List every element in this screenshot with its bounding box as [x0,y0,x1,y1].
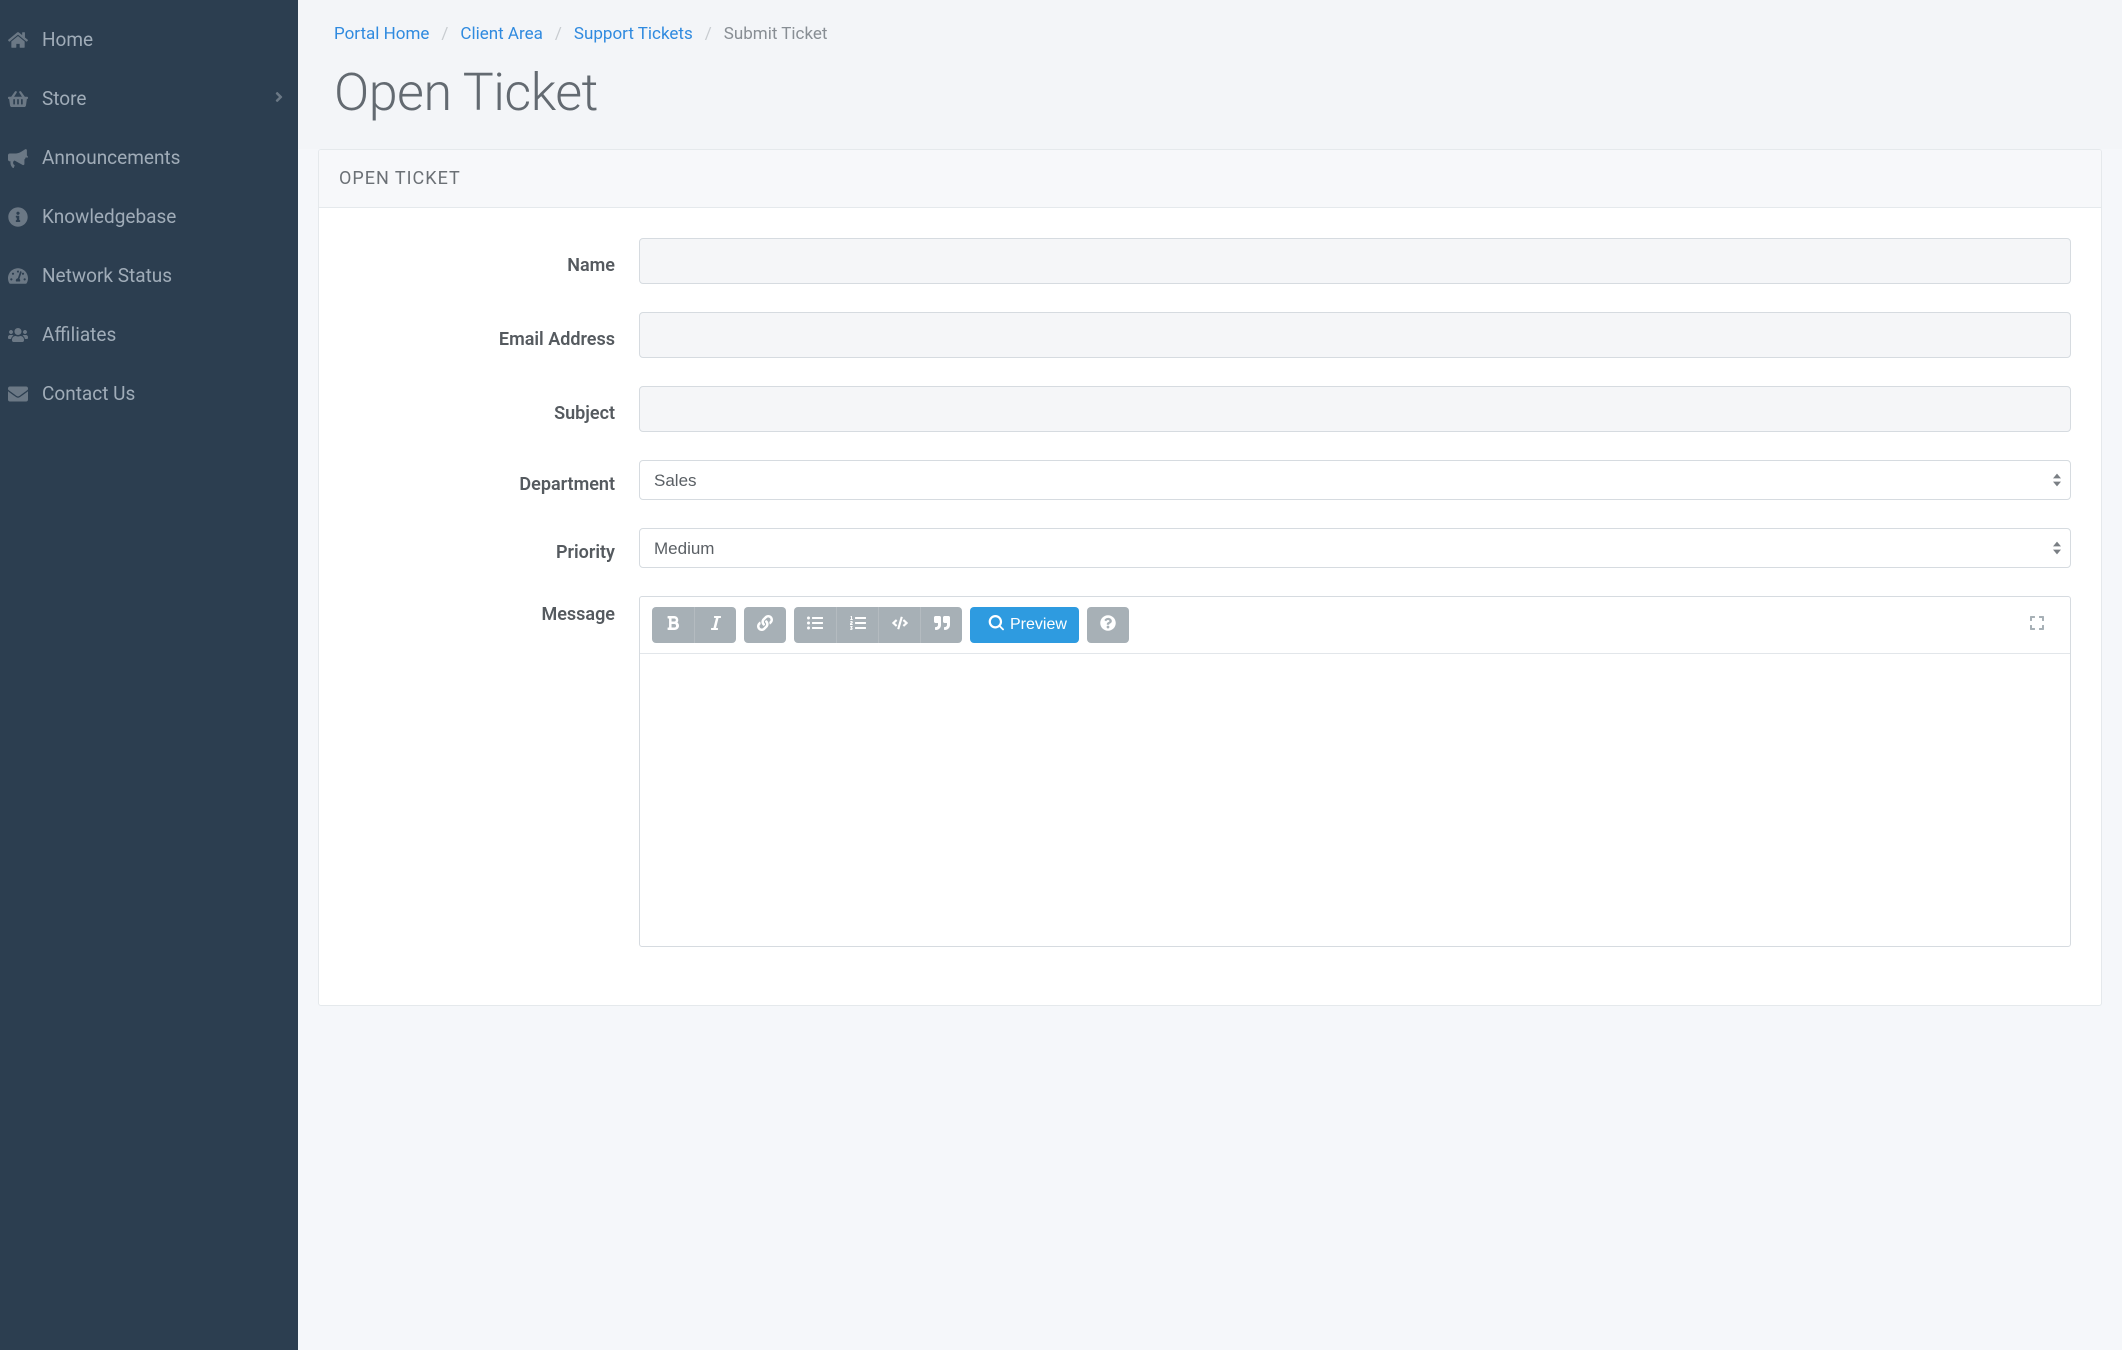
code-button[interactable] [878,607,920,643]
expand-icon [2029,615,2045,635]
search-icon [988,615,1004,636]
bold-icon [665,615,681,635]
name-input[interactable] [639,238,2071,284]
breadcrumb-separator: / [441,24,448,44]
list-ul-icon [807,615,823,635]
help-button[interactable] [1087,607,1129,643]
panel-body: Name Email Address Subject Department [319,208,2101,1005]
sidebar-item-label: Home [42,28,288,51]
sidebar-item-network-status[interactable]: Network Status [0,246,298,305]
breadcrumb-link-portal-home[interactable]: Portal Home [334,24,429,44]
priority-select[interactable]: Medium [639,528,2071,568]
sidebar-item-label: Network Status [42,264,288,287]
unordered-list-button[interactable] [794,607,836,643]
quote-button[interactable] [920,607,962,643]
sidebar-item-label: Announcements [42,146,288,169]
ordered-list-button[interactable] [836,607,878,643]
subject-label: Subject [349,395,639,424]
page-header: Portal Home / Client Area / Support Tick… [298,0,2122,149]
preview-button-label: Preview [1010,616,1067,634]
form-row-email: Email Address [349,312,2071,358]
link-button[interactable] [744,607,786,643]
chevron-right-icon [274,87,284,110]
form-row-department: Department Sales [349,460,2071,500]
toolbar-group-text [652,607,736,643]
dashboard-icon [8,266,42,286]
breadcrumb-separator: / [705,24,712,44]
department-select[interactable]: Sales [639,460,2071,500]
priority-label: Priority [349,534,639,563]
breadcrumb-link-client-area[interactable]: Client Area [460,24,542,44]
sidebar-item-label: Affiliates [42,323,288,346]
envelope-icon [8,384,42,404]
sidebar-item-knowledgebase[interactable]: Knowledgebase [0,187,298,246]
subject-input[interactable] [639,386,2071,432]
sidebar-item-affiliates[interactable]: Affiliates [0,305,298,364]
main-content: Portal Home / Client Area / Support Tick… [298,0,2122,1350]
sidebar: Home Store Announcements Knowledgebase N… [0,0,298,1350]
home-icon [8,30,42,50]
bold-button[interactable] [652,607,694,643]
message-label: Message [349,596,639,625]
bullhorn-icon [8,148,42,168]
email-label: Email Address [349,321,639,350]
editor-body [640,654,2070,946]
breadcrumb: Portal Home / Client Area / Support Tick… [334,24,2086,44]
breadcrumb-separator: / [555,24,562,44]
sidebar-item-announcements[interactable]: Announcements [0,128,298,187]
info-circle-icon [8,207,42,227]
breadcrumb-current: Submit Ticket [724,24,828,44]
name-label: Name [349,247,639,276]
message-editor: Preview [639,596,2071,947]
sidebar-item-label: Store [42,87,288,110]
toolbar-group-block [794,607,962,643]
sidebar-item-label: Knowledgebase [42,205,288,228]
panel-title: OPEN TICKET [319,150,2101,208]
sidebar-item-home[interactable]: Home [0,10,298,69]
question-circle-icon [1100,615,1116,635]
form-row-name: Name [349,238,2071,284]
link-icon [757,615,773,635]
editor-toolbar: Preview [640,597,2070,654]
fullscreen-button[interactable] [2016,607,2058,643]
form-row-message: Message [349,596,2071,947]
preview-button[interactable]: Preview [970,607,1079,643]
quote-icon [934,615,950,635]
italic-button[interactable] [694,607,736,643]
form-row-priority: Priority Medium [349,528,2071,568]
code-icon [892,615,908,635]
sidebar-item-store[interactable]: Store [0,69,298,128]
sidebar-item-contact-us[interactable]: Contact Us [0,364,298,423]
list-ol-icon [850,615,866,635]
department-label: Department [349,466,639,495]
breadcrumb-link-support-tickets[interactable]: Support Tickets [574,24,693,44]
form-row-subject: Subject [349,386,2071,432]
message-textarea[interactable] [654,668,2056,928]
italic-icon [708,615,724,635]
open-ticket-panel: OPEN TICKET Name Email Address Subject [318,149,2102,1006]
basket-icon [8,89,42,109]
email-input[interactable] [639,312,2071,358]
users-icon [8,325,42,345]
page-title: Open Ticket [334,62,2086,123]
sidebar-item-label: Contact Us [42,382,288,405]
